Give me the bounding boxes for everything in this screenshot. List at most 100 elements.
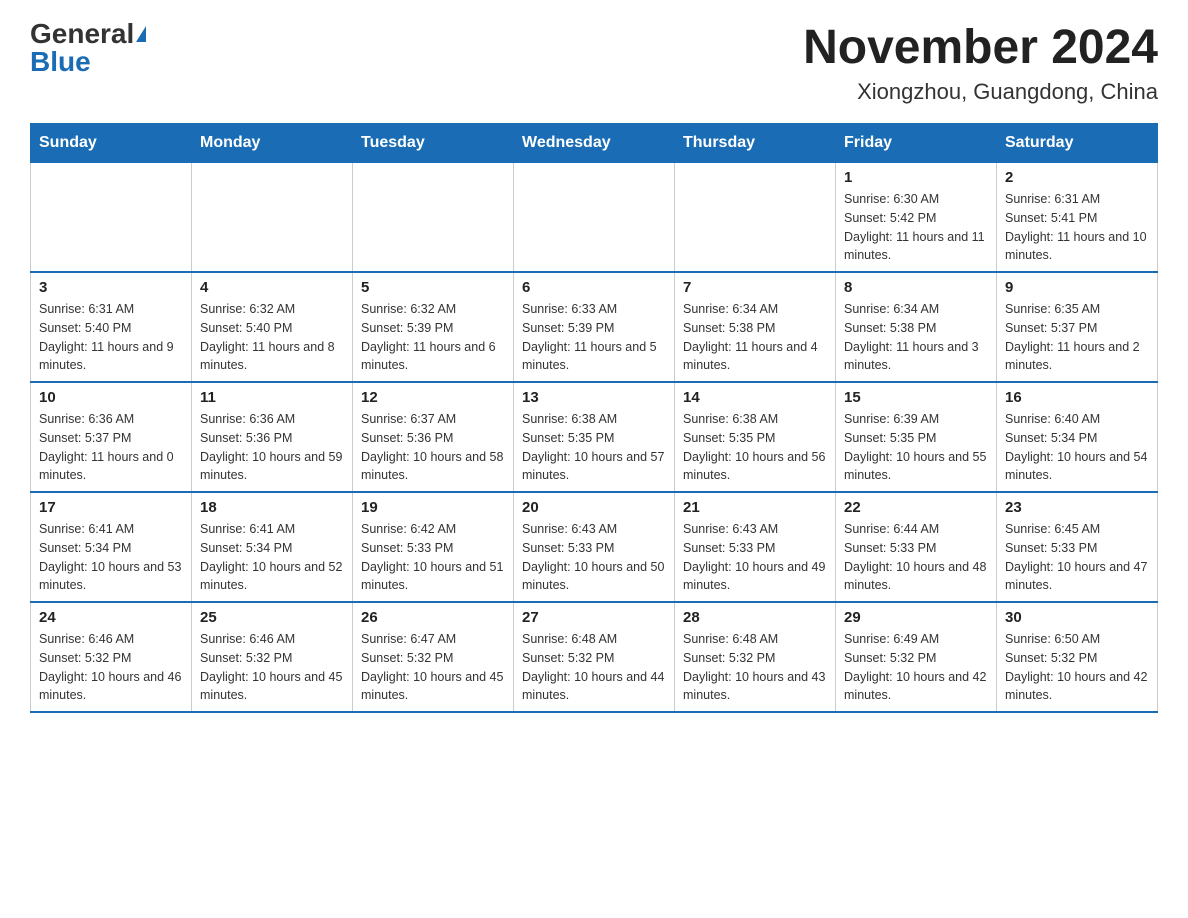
logo-blue-text: Blue (30, 48, 91, 76)
day-info: Sunrise: 6:35 AMSunset: 5:37 PMDaylight:… (1005, 300, 1149, 375)
day-number: 26 (361, 609, 505, 626)
day-info: Sunrise: 6:40 AMSunset: 5:34 PMDaylight:… (1005, 410, 1149, 485)
calendar-cell: 24 Sunrise: 6:46 AMSunset: 5:32 PMDayligh… (31, 602, 192, 712)
day-info: Sunrise: 6:32 AMSunset: 5:39 PMDaylight:… (361, 300, 505, 375)
day-number: 10 (39, 389, 183, 406)
calendar-cell: 19 Sunrise: 6:42 AMSunset: 5:33 PMDayligh… (353, 492, 514, 602)
day-number: 29 (844, 609, 988, 626)
day-info: Sunrise: 6:43 AMSunset: 5:33 PMDaylight:… (522, 520, 666, 595)
calendar-cell: 4Sunrise: 6:32 AMSunset: 5:40 PMDaylight… (192, 272, 353, 382)
day-number: 23 (1005, 499, 1149, 516)
week-row-3: 10 Sunrise: 6:36 AMSunset: 5:37 PMDayligh… (31, 382, 1158, 492)
day-number: 14 (683, 389, 827, 406)
day-number: 12 (361, 389, 505, 406)
day-info: Sunrise: 6:46 AMSunset: 5:32 PMDaylight:… (39, 630, 183, 705)
day-info: Sunrise: 6:34 AMSunset: 5:38 PMDaylight:… (844, 300, 988, 375)
day-number: 28 (683, 609, 827, 626)
day-header-friday: Friday (836, 124, 997, 163)
day-number: 20 (522, 499, 666, 516)
day-info: Sunrise: 6:50 AMSunset: 5:32 PMDaylight:… (1005, 630, 1149, 705)
day-number: 13 (522, 389, 666, 406)
calendar-cell: 20 Sunrise: 6:43 AMSunset: 5:33 PMDayligh… (514, 492, 675, 602)
day-number: 5 (361, 279, 505, 296)
calendar-cell: 26 Sunrise: 6:47 AMSunset: 5:32 PMDayligh… (353, 602, 514, 712)
day-info: Sunrise: 6:33 AMSunset: 5:39 PMDaylight:… (522, 300, 666, 375)
day-info: Sunrise: 6:38 AMSunset: 5:35 PMDaylight:… (683, 410, 827, 485)
day-info: Sunrise: 6:31 AMSunset: 5:41 PMDaylight:… (1005, 190, 1149, 265)
day-number: 21 (683, 499, 827, 516)
day-info: Sunrise: 6:30 AMSunset: 5:42 PMDaylight:… (844, 190, 988, 265)
calendar-cell: 21 Sunrise: 6:43 AMSunset: 5:33 PMDayligh… (675, 492, 836, 602)
day-info: Sunrise: 6:46 AMSunset: 5:32 PMDaylight:… (200, 630, 344, 705)
day-info: Sunrise: 6:48 AMSunset: 5:32 PMDaylight:… (522, 630, 666, 705)
day-info: Sunrise: 6:31 AMSunset: 5:40 PMDaylight:… (39, 300, 183, 375)
page-header: General Blue November 2024 Xiongzhou, Gu… (30, 20, 1158, 105)
day-number: 27 (522, 609, 666, 626)
calendar-cell: 5 Sunrise: 6:32 AMSunset: 5:39 PMDaylight… (353, 272, 514, 382)
calendar-cell: 15Sunrise: 6:39 AMSunset: 5:35 PMDayligh… (836, 382, 997, 492)
day-number: 9 (1005, 279, 1149, 296)
day-info: Sunrise: 6:37 AMSunset: 5:36 PMDaylight:… (361, 410, 505, 485)
calendar-cell (353, 163, 514, 273)
day-number: 11 (200, 389, 344, 406)
calendar-cell (192, 163, 353, 273)
location-title: Xiongzhou, Guangdong, China (803, 79, 1158, 105)
day-number: 7 (683, 279, 827, 296)
week-row-1: 1Sunrise: 6:30 AMSunset: 5:42 PMDaylight… (31, 163, 1158, 273)
calendar-cell: 14 Sunrise: 6:38 AMSunset: 5:35 PMDayligh… (675, 382, 836, 492)
calendar-header-row: SundayMondayTuesdayWednesdayThursdayFrid… (31, 124, 1158, 163)
calendar-cell: 28 Sunrise: 6:48 AMSunset: 5:32 PMDayligh… (675, 602, 836, 712)
week-row-2: 3 Sunrise: 6:31 AMSunset: 5:40 PMDaylight… (31, 272, 1158, 382)
day-info: Sunrise: 6:45 AMSunset: 5:33 PMDaylight:… (1005, 520, 1149, 595)
day-number: 17 (39, 499, 183, 516)
day-number: 3 (39, 279, 183, 296)
day-header-monday: Monday (192, 124, 353, 163)
day-info: Sunrise: 6:43 AMSunset: 5:33 PMDaylight:… (683, 520, 827, 595)
title-area: November 2024 Xiongzhou, Guangdong, Chin… (803, 20, 1158, 105)
day-number: 15 (844, 389, 988, 406)
day-header-thursday: Thursday (675, 124, 836, 163)
day-header-wednesday: Wednesday (514, 124, 675, 163)
calendar-cell: 2Sunrise: 6:31 AMSunset: 5:41 PMDaylight… (997, 163, 1158, 273)
day-info: Sunrise: 6:44 AMSunset: 5:33 PMDaylight:… (844, 520, 988, 595)
day-info: Sunrise: 6:32 AMSunset: 5:40 PMDaylight:… (200, 300, 344, 375)
day-info: Sunrise: 6:38 AMSunset: 5:35 PMDaylight:… (522, 410, 666, 485)
calendar-cell: 27 Sunrise: 6:48 AMSunset: 5:32 PMDayligh… (514, 602, 675, 712)
calendar-cell: 6 Sunrise: 6:33 AMSunset: 5:39 PMDaylight… (514, 272, 675, 382)
day-info: Sunrise: 6:36 AMSunset: 5:37 PMDaylight:… (39, 410, 183, 485)
calendar-cell: 25 Sunrise: 6:46 AMSunset: 5:32 PMDayligh… (192, 602, 353, 712)
logo-general-text: General (30, 20, 134, 48)
day-number: 30 (1005, 609, 1149, 626)
day-number: 19 (361, 499, 505, 516)
calendar-table: SundayMondayTuesdayWednesdayThursdayFrid… (30, 123, 1158, 713)
calendar-cell: 17Sunrise: 6:41 AMSunset: 5:34 PMDayligh… (31, 492, 192, 602)
calendar-cell: 22 Sunrise: 6:44 AMSunset: 5:33 PMDayligh… (836, 492, 997, 602)
calendar-cell: 12 Sunrise: 6:37 AMSunset: 5:36 PMDayligh… (353, 382, 514, 492)
calendar-cell: 29 Sunrise: 6:49 AMSunset: 5:32 PMDayligh… (836, 602, 997, 712)
calendar-cell: 10 Sunrise: 6:36 AMSunset: 5:37 PMDayligh… (31, 382, 192, 492)
day-info: Sunrise: 6:42 AMSunset: 5:33 PMDaylight:… (361, 520, 505, 595)
calendar-cell: 3 Sunrise: 6:31 AMSunset: 5:40 PMDaylight… (31, 272, 192, 382)
day-number: 18 (200, 499, 344, 516)
day-info: Sunrise: 6:49 AMSunset: 5:32 PMDaylight:… (844, 630, 988, 705)
calendar-cell (514, 163, 675, 273)
logo: General Blue (30, 20, 146, 76)
day-info: Sunrise: 6:34 AMSunset: 5:38 PMDaylight:… (683, 300, 827, 375)
calendar-cell (675, 163, 836, 273)
day-number: 6 (522, 279, 666, 296)
day-info: Sunrise: 6:48 AMSunset: 5:32 PMDaylight:… (683, 630, 827, 705)
day-info: Sunrise: 6:47 AMSunset: 5:32 PMDaylight:… (361, 630, 505, 705)
week-row-4: 17Sunrise: 6:41 AMSunset: 5:34 PMDayligh… (31, 492, 1158, 602)
day-info: Sunrise: 6:36 AMSunset: 5:36 PMDaylight:… (200, 410, 344, 485)
calendar-cell: 18Sunrise: 6:41 AMSunset: 5:34 PMDayligh… (192, 492, 353, 602)
day-header-saturday: Saturday (997, 124, 1158, 163)
calendar-cell: 1Sunrise: 6:30 AMSunset: 5:42 PMDaylight… (836, 163, 997, 273)
calendar-cell (31, 163, 192, 273)
day-header-tuesday: Tuesday (353, 124, 514, 163)
day-number: 16 (1005, 389, 1149, 406)
day-header-sunday: Sunday (31, 124, 192, 163)
day-number: 25 (200, 609, 344, 626)
calendar-cell: 7 Sunrise: 6:34 AMSunset: 5:38 PMDaylight… (675, 272, 836, 382)
day-number: 24 (39, 609, 183, 626)
day-number: 22 (844, 499, 988, 516)
